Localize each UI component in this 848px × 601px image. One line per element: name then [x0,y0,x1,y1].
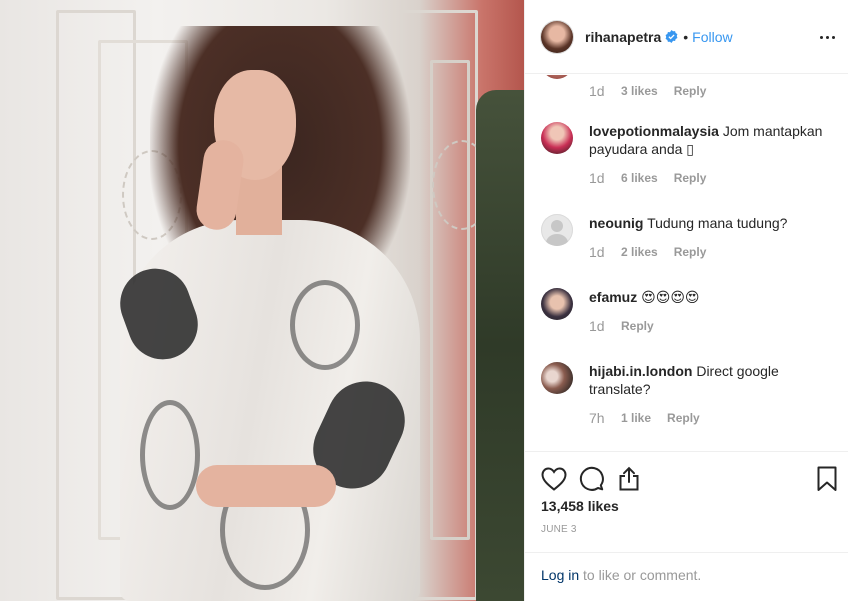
post-photo[interactable] [0,0,524,601]
heart-icon[interactable] [541,467,567,491]
commenter-username[interactable]: lovepotionmalaysia [589,123,719,139]
comment-item: hijabi.in.london Direct google translate… [541,362,841,426]
post-actions: 13,458 likes JUNE 3 [525,451,848,551]
action-icons [537,462,651,496]
login-prompt: Log in to like or comment. [525,552,848,601]
reply-button[interactable]: Reply [674,171,707,185]
robe-print [290,280,360,370]
comment-likes[interactable]: 2 likes [621,245,658,259]
comment-item: efamuz 😍😍😍😍 1d Reply [541,288,841,334]
comment-icon[interactable] [579,466,605,492]
comment-likes[interactable]: 1 like [621,411,651,425]
comment-time[interactable]: 1d [589,170,621,186]
commenter-avatar[interactable] [541,214,573,246]
instagram-post: rihanapetra • Follow 1d 3 likes Reply lo… [0,0,848,601]
comment-meta: 1d 3 likes Reply [589,83,706,99]
post-header: rihanapetra • Follow [525,0,848,74]
commenter-avatar[interactable] [541,288,573,320]
login-link[interactable]: Log in [541,567,579,583]
comments-list[interactable]: 1d 3 likes Reply lovepotionmalaysia Jom … [525,75,848,450]
wall-panel [430,60,470,540]
author-username[interactable]: rihanapetra [585,29,661,45]
post-sidebar: rihanapetra • Follow 1d 3 likes Reply lo… [524,0,848,601]
comment-time[interactable]: 7h [589,410,621,426]
post-date[interactable]: JUNE 3 [541,524,577,535]
author-avatar[interactable] [541,20,573,53]
more-options-icon[interactable] [812,22,842,52]
reply-button[interactable]: Reply [674,245,707,259]
comment-item: lovepotionmalaysia Jom mantapkan payudar… [541,122,841,186]
comment-time[interactable]: 1d [589,244,621,260]
comment-meta: 1d Reply [589,318,841,334]
commenter-avatar[interactable] [541,122,573,154]
bookmark-icon[interactable] [817,466,837,492]
commenter-avatar[interactable] [541,75,573,79]
commenter-username[interactable]: efamuz [589,289,637,305]
share-icon[interactable] [617,466,641,492]
share-button[interactable] [613,462,651,496]
comment-time[interactable]: 1d [589,83,621,99]
reply-button[interactable]: Reply [674,84,707,98]
robe-print [140,400,200,510]
comment-meta: 1d 6 likes Reply [589,170,841,186]
reply-button[interactable]: Reply [667,411,700,425]
verified-badge-icon [665,30,678,43]
comment-time[interactable]: 1d [589,318,621,334]
commenter-username[interactable]: hijabi.in.london [589,363,692,379]
comment-item: neounig Tudung mana tudung? 1d 2 likes R… [541,214,841,260]
reply-button[interactable]: Reply [621,319,654,333]
commenter-avatar[interactable] [541,362,573,394]
like-button[interactable] [537,462,575,496]
login-prompt-text: to like or comment. [579,567,702,583]
comment-text: 😍😍😍😍 [641,289,700,305]
comment-likes[interactable]: 3 likes [621,84,658,98]
follow-button[interactable]: Follow [692,29,732,45]
comment-meta: 7h 1 like Reply [589,410,841,426]
comment-meta: 1d 2 likes Reply [589,244,841,260]
plant [476,90,524,601]
comment-likes[interactable]: 6 likes [621,171,658,185]
hand [196,465,336,507]
separator-dot: • [683,28,689,45]
comment-button[interactable] [575,462,613,496]
like-count[interactable]: 13,458 likes [541,498,619,514]
save-button[interactable] [810,462,844,496]
commenter-username[interactable]: neounig [589,215,643,231]
comment-text: Tudung mana tudung? [647,215,788,231]
